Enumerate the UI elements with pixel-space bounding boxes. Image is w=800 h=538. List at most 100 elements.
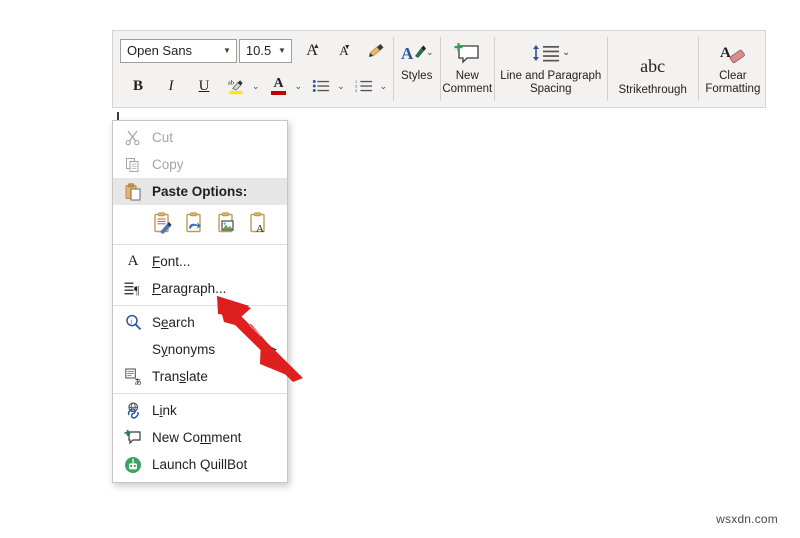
paste-icon: [119, 182, 147, 201]
svg-text:ab: ab: [228, 79, 235, 86]
caret-down-icon: ▼: [343, 42, 351, 51]
grow-font-button[interactable]: A ▲: [298, 38, 326, 64]
svg-text:⌄: ⌄: [426, 47, 434, 57]
menu-item-copy[interactable]: Copy: [113, 151, 287, 178]
menu-item-translate[interactable]: あ Translate: [113, 363, 287, 390]
font-color-button[interactable]: A: [267, 73, 291, 99]
format-painter-icon: [368, 43, 383, 57]
bullets-icon: [312, 80, 330, 92]
line-spacing-icon: ⌄: [528, 39, 574, 69]
styles-icon: A ⌄: [400, 39, 434, 69]
font-a-icon: A: [127, 253, 139, 269]
font-size-value: 10.5: [245, 43, 272, 58]
font-color-swatch: [271, 91, 287, 95]
chevron-down-icon[interactable]: ▼: [218, 46, 236, 55]
context-menu: Cut Copy Paste Options: A A Font... ¶ Pa…: [112, 120, 288, 483]
new-comment-label-line2: Comment: [442, 83, 493, 95]
menu-item-font-label: Font...: [152, 254, 191, 269]
menu-divider: [113, 393, 287, 394]
caret-up-icon: ▲: [312, 41, 320, 50]
menu-item-new-comment[interactable]: New Comment: [113, 424, 287, 451]
font-name-combobox[interactable]: Open Sans ▼: [120, 38, 237, 63]
font-color-letter: A: [273, 76, 284, 91]
paste-merge-formatting-button[interactable]: [183, 211, 205, 235]
svg-text:A: A: [401, 44, 414, 63]
menu-divider: [113, 305, 287, 306]
underline-icon: U: [198, 77, 210, 94]
styles-button[interactable]: A ⌄ Styles: [396, 31, 438, 107]
comment-icon: [119, 429, 147, 446]
bold-button[interactable]: B: [126, 73, 150, 99]
italic-button[interactable]: I: [159, 73, 183, 99]
strikethrough-label: Strikethrough: [618, 83, 687, 96]
underline-button[interactable]: U: [192, 73, 216, 99]
paste-picture-button[interactable]: [215, 211, 237, 235]
font-size-combobox[interactable]: 10.5 ▼: [238, 38, 292, 63]
translate-icon: あ: [119, 368, 147, 385]
svg-text:3: 3: [355, 88, 358, 93]
strikethrough-icon: abc: [640, 56, 665, 76]
menu-item-copy-label: Copy: [152, 157, 184, 172]
menu-item-paragraph[interactable]: ¶ Paragraph...: [113, 275, 287, 302]
toolbar-divider: [494, 37, 495, 101]
toolbar-row-format: B I U ab ⌄ A ⌄ ⌄ 1 2 3 ⌄: [120, 71, 391, 101]
styles-label: Styles: [401, 70, 433, 82]
menu-item-paste-options: Paste Options:: [113, 178, 287, 205]
paste-keep-text-only-button[interactable]: A: [247, 211, 269, 235]
font-name-value: Open Sans: [127, 43, 193, 58]
submenu-arrow-icon: ▶: [270, 344, 277, 354]
quillbot-icon: [119, 456, 147, 474]
menu-item-launch-quillbot[interactable]: Launch QuillBot: [113, 451, 287, 478]
menu-divider: [113, 244, 287, 245]
svg-text:あ: あ: [134, 377, 142, 385]
toolbar-divider: [439, 37, 441, 101]
svg-text:¶: ¶: [134, 283, 140, 297]
menu-item-translate-label: Translate: [152, 369, 208, 384]
numbered-list-button[interactable]: 1 2 3: [352, 73, 376, 99]
bullet-dropdown-chevron-icon[interactable]: ⌄: [333, 81, 349, 91]
menu-item-cut[interactable]: Cut: [113, 124, 287, 151]
line-and-paragraph-spacing-button[interactable]: ⌄ Line and Paragraph Spacing: [497, 31, 605, 107]
svg-text:⌄: ⌄: [562, 47, 570, 58]
numbering-icon: 1 2 3: [355, 79, 372, 93]
numbering-dropdown-chevron-icon[interactable]: ⌄: [376, 81, 392, 91]
paste-keep-source-formatting-button[interactable]: [151, 211, 173, 235]
shrink-font-button[interactable]: A ▼: [330, 38, 358, 64]
toolbar-row-font: Open Sans ▼ 10.5 ▼ A ▲ A ▼: [120, 37, 391, 64]
highlight-dropdown-chevron-icon[interactable]: ⌄: [248, 81, 264, 91]
highlighter-icon: ab: [228, 79, 243, 95]
new-comment-icon: [453, 39, 481, 69]
svg-text:A: A: [256, 223, 264, 234]
font-color-dropdown-chevron-icon[interactable]: ⌄: [291, 81, 307, 91]
bullet-list-button[interactable]: [309, 73, 333, 99]
link-icon: [119, 402, 147, 419]
menu-item-font[interactable]: A Font...: [113, 248, 287, 275]
mini-formatting-toolbar: Open Sans ▼ 10.5 ▼ A ▲ A ▼ B I U ab ⌄ A …: [112, 30, 766, 108]
highlight-color-button[interactable]: ab: [224, 73, 248, 99]
clear-formatting-icon: A: [717, 39, 749, 69]
menu-item-launch-quillbot-label: Launch QuillBot: [152, 457, 248, 472]
toolbar-divider: [697, 37, 699, 101]
svg-text:A: A: [720, 45, 731, 61]
menu-item-synonyms[interactable]: Synonyms ▶: [113, 336, 287, 363]
clear-formatting-button[interactable]: A Clear Formatting: [701, 31, 765, 107]
menu-item-link-label: Link: [152, 403, 177, 418]
copy-icon: [119, 157, 147, 173]
clear-formatting-label-line2: Formatting: [705, 83, 761, 95]
format-painter-button[interactable]: [363, 38, 391, 64]
scissors-icon: [119, 130, 147, 146]
paragraph-icon: ¶: [119, 281, 147, 297]
menu-item-link[interactable]: Link: [113, 397, 287, 424]
search-icon: i: [119, 314, 147, 331]
strikethrough-button[interactable]: abc Strikethrough: [609, 31, 696, 107]
clear-formatting-label-line1: Clear: [719, 70, 747, 82]
strikethrough-glyph: abc: [640, 55, 666, 76]
menu-item-synonyms-label: Synonyms: [152, 342, 216, 357]
chevron-down-icon[interactable]: ▼: [273, 46, 291, 55]
italic-icon: I: [168, 77, 174, 94]
toolbar-divider: [393, 37, 394, 101]
shrink-font-icon: A ▼: [339, 42, 351, 59]
menu-item-search[interactable]: i Search: [113, 309, 287, 336]
svg-text:i: i: [130, 318, 132, 326]
new-comment-button[interactable]: New Comment: [442, 31, 492, 107]
